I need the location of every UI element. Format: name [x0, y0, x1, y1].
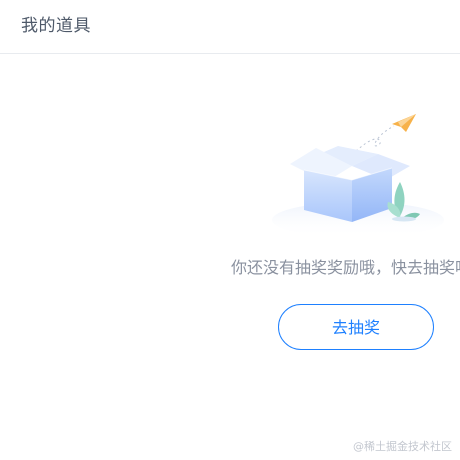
- go-to-lottery-button[interactable]: 去抽奖: [278, 304, 434, 350]
- empty-state-message: 你还没有抽奖奖励哦，快去抽奖吧: [231, 258, 460, 277]
- page-title: 我的道具: [21, 16, 91, 36]
- watermark: @稀土掘金技术社区: [353, 440, 452, 453]
- page-header: 我的道具: [0, 0, 460, 54]
- empty-box-paper-plane-icon: [268, 108, 448, 238]
